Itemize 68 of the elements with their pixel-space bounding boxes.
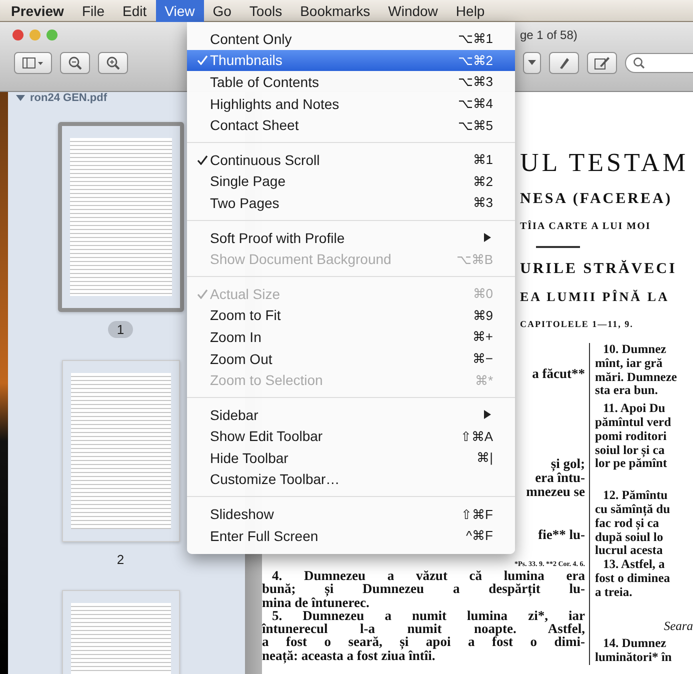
menu-item[interactable]: Zoom In ⌘+ xyxy=(187,326,515,348)
menu-bar-item[interactable]: Help xyxy=(446,0,494,22)
file-name: ron24 GEN.pdf xyxy=(30,92,108,104)
search-field[interactable] xyxy=(625,53,693,73)
zoom-in-icon xyxy=(106,56,120,70)
book-title: NESA (FACEREA) xyxy=(520,190,672,208)
chapter-range: CAPITOLELE 1—11, 9. xyxy=(520,319,634,329)
edit-button[interactable] xyxy=(587,52,617,74)
text-line: a făcut** xyxy=(532,367,585,381)
text-line: era întu- xyxy=(535,471,585,485)
menu-bar-item[interactable]: Tools xyxy=(240,0,292,22)
menu-bar-item[interactable]: Go xyxy=(204,0,240,22)
edit-icon xyxy=(594,56,610,70)
menu-item[interactable]: Table of Contents ⌥⌘3 xyxy=(187,71,515,93)
paragraph: 13. Astfel, a fost o diminea a treia. xyxy=(595,558,671,600)
menu-item[interactable]: Enter Full Screen ^⌘F xyxy=(187,524,515,546)
text-line: mnezeu se xyxy=(526,485,585,499)
sidebar-view-button[interactable] xyxy=(14,52,52,74)
page-number: 2 xyxy=(116,551,126,568)
menu-item[interactable]: Contact Sheet ⌥⌘5 xyxy=(187,114,515,136)
zoom-out-icon xyxy=(68,56,82,70)
menu-item[interactable]: Zoom Out ⌘− xyxy=(187,348,515,370)
text-line: și gol; xyxy=(550,457,585,471)
text-line: fie** lu- xyxy=(538,528,585,542)
zoom-in-button[interactable] xyxy=(98,52,128,74)
menu-item[interactable]: Continuous Scroll ⌘1 xyxy=(187,148,515,171)
menu-bar-item[interactable]: Preview xyxy=(2,0,73,22)
menu-item[interactable]: Sidebar xyxy=(187,404,515,426)
search-icon xyxy=(633,57,645,69)
disclosure-triangle-icon[interactable] xyxy=(16,94,25,102)
page-thumbnail[interactable] xyxy=(58,122,184,312)
menu-item[interactable]: Customize Toolbar… xyxy=(187,468,515,490)
window-title: ge 1 of 58) xyxy=(520,28,578,42)
paragraph: 12. Pămîntu cu sămînță du fac rod și ca după soiul lo lucrul acesta xyxy=(595,489,672,558)
menu-bar-item[interactable]: Edit xyxy=(114,0,156,22)
paragraph: 10. Dumnez mînt, iar gră mări. Dumneze sta era bun. xyxy=(595,343,678,398)
menu-item[interactable]: Content Only ⌥⌘1 xyxy=(187,28,515,50)
zoom-out-button[interactable] xyxy=(60,52,90,74)
page-number: 1 xyxy=(108,321,134,338)
sidebar-icon xyxy=(22,57,44,69)
menu-bar-item[interactable]: Window xyxy=(379,0,447,22)
pen-icon xyxy=(558,56,570,70)
document-title: UL TESTAM xyxy=(520,148,689,178)
menu-item[interactable]: Single Page ⌘2 xyxy=(187,170,515,192)
book-subtitle: TÎIA CARTE A LUI MOI xyxy=(520,221,651,232)
paragraph: 14. Dumnez luminători* în xyxy=(595,637,673,665)
paragraph: 11. Apoi Du pămîntul verd pomi roditori soiul lor și ca lor pe pămînt xyxy=(595,402,672,472)
menu-bar-item[interactable]: View xyxy=(156,0,204,22)
menu-item[interactable]: Show Edit Toolbar ⇧⌘A xyxy=(187,426,515,448)
page-thumbnail[interactable] xyxy=(62,360,180,542)
menu-item[interactable]: Zoom to Fit ⌘9 xyxy=(187,304,515,326)
section-subtitle: EA LUMII PÎNĂ LA xyxy=(520,288,670,306)
menu-bar-item[interactable]: Bookmarks xyxy=(291,0,380,22)
menu-item[interactable]: Thumbnails ⌥⌘2 xyxy=(187,50,515,72)
annotate-button[interactable] xyxy=(549,52,579,74)
section-heading: Seara xyxy=(662,620,693,634)
menu-item[interactable]: Two Pages ⌘3 xyxy=(187,192,515,214)
menu-bar-item[interactable]: File xyxy=(72,0,114,22)
menu-item[interactable]: Highlights and Notes ⌥⌘4 xyxy=(187,92,515,114)
caret-icon xyxy=(528,60,536,66)
paragraph: 5. Dumnezeu a numit lumina zi*, iar întunerecul l-a numit noapte. Astfel, a fost o seară, și apoi a fost o dimi- neață: aceasta a fost ziua întîi. xyxy=(262,608,585,662)
menu-item[interactable]: Soft Proof with Profile xyxy=(187,226,515,248)
menu-item[interactable]: Slideshow ⇧⌘F xyxy=(187,503,515,525)
menu-item[interactable]: Hide Toolbar ⌘| xyxy=(187,447,515,469)
paragraph: 4. Dumnezeu a văzut că lumina era bună; și Dumnezeu a despărțit lu- mina de întunerec. xyxy=(262,569,585,609)
window-controls-icon[interactable] xyxy=(12,29,58,41)
section-title: URILE STRĂVECI xyxy=(520,260,677,278)
dropdown-button[interactable] xyxy=(523,52,541,74)
